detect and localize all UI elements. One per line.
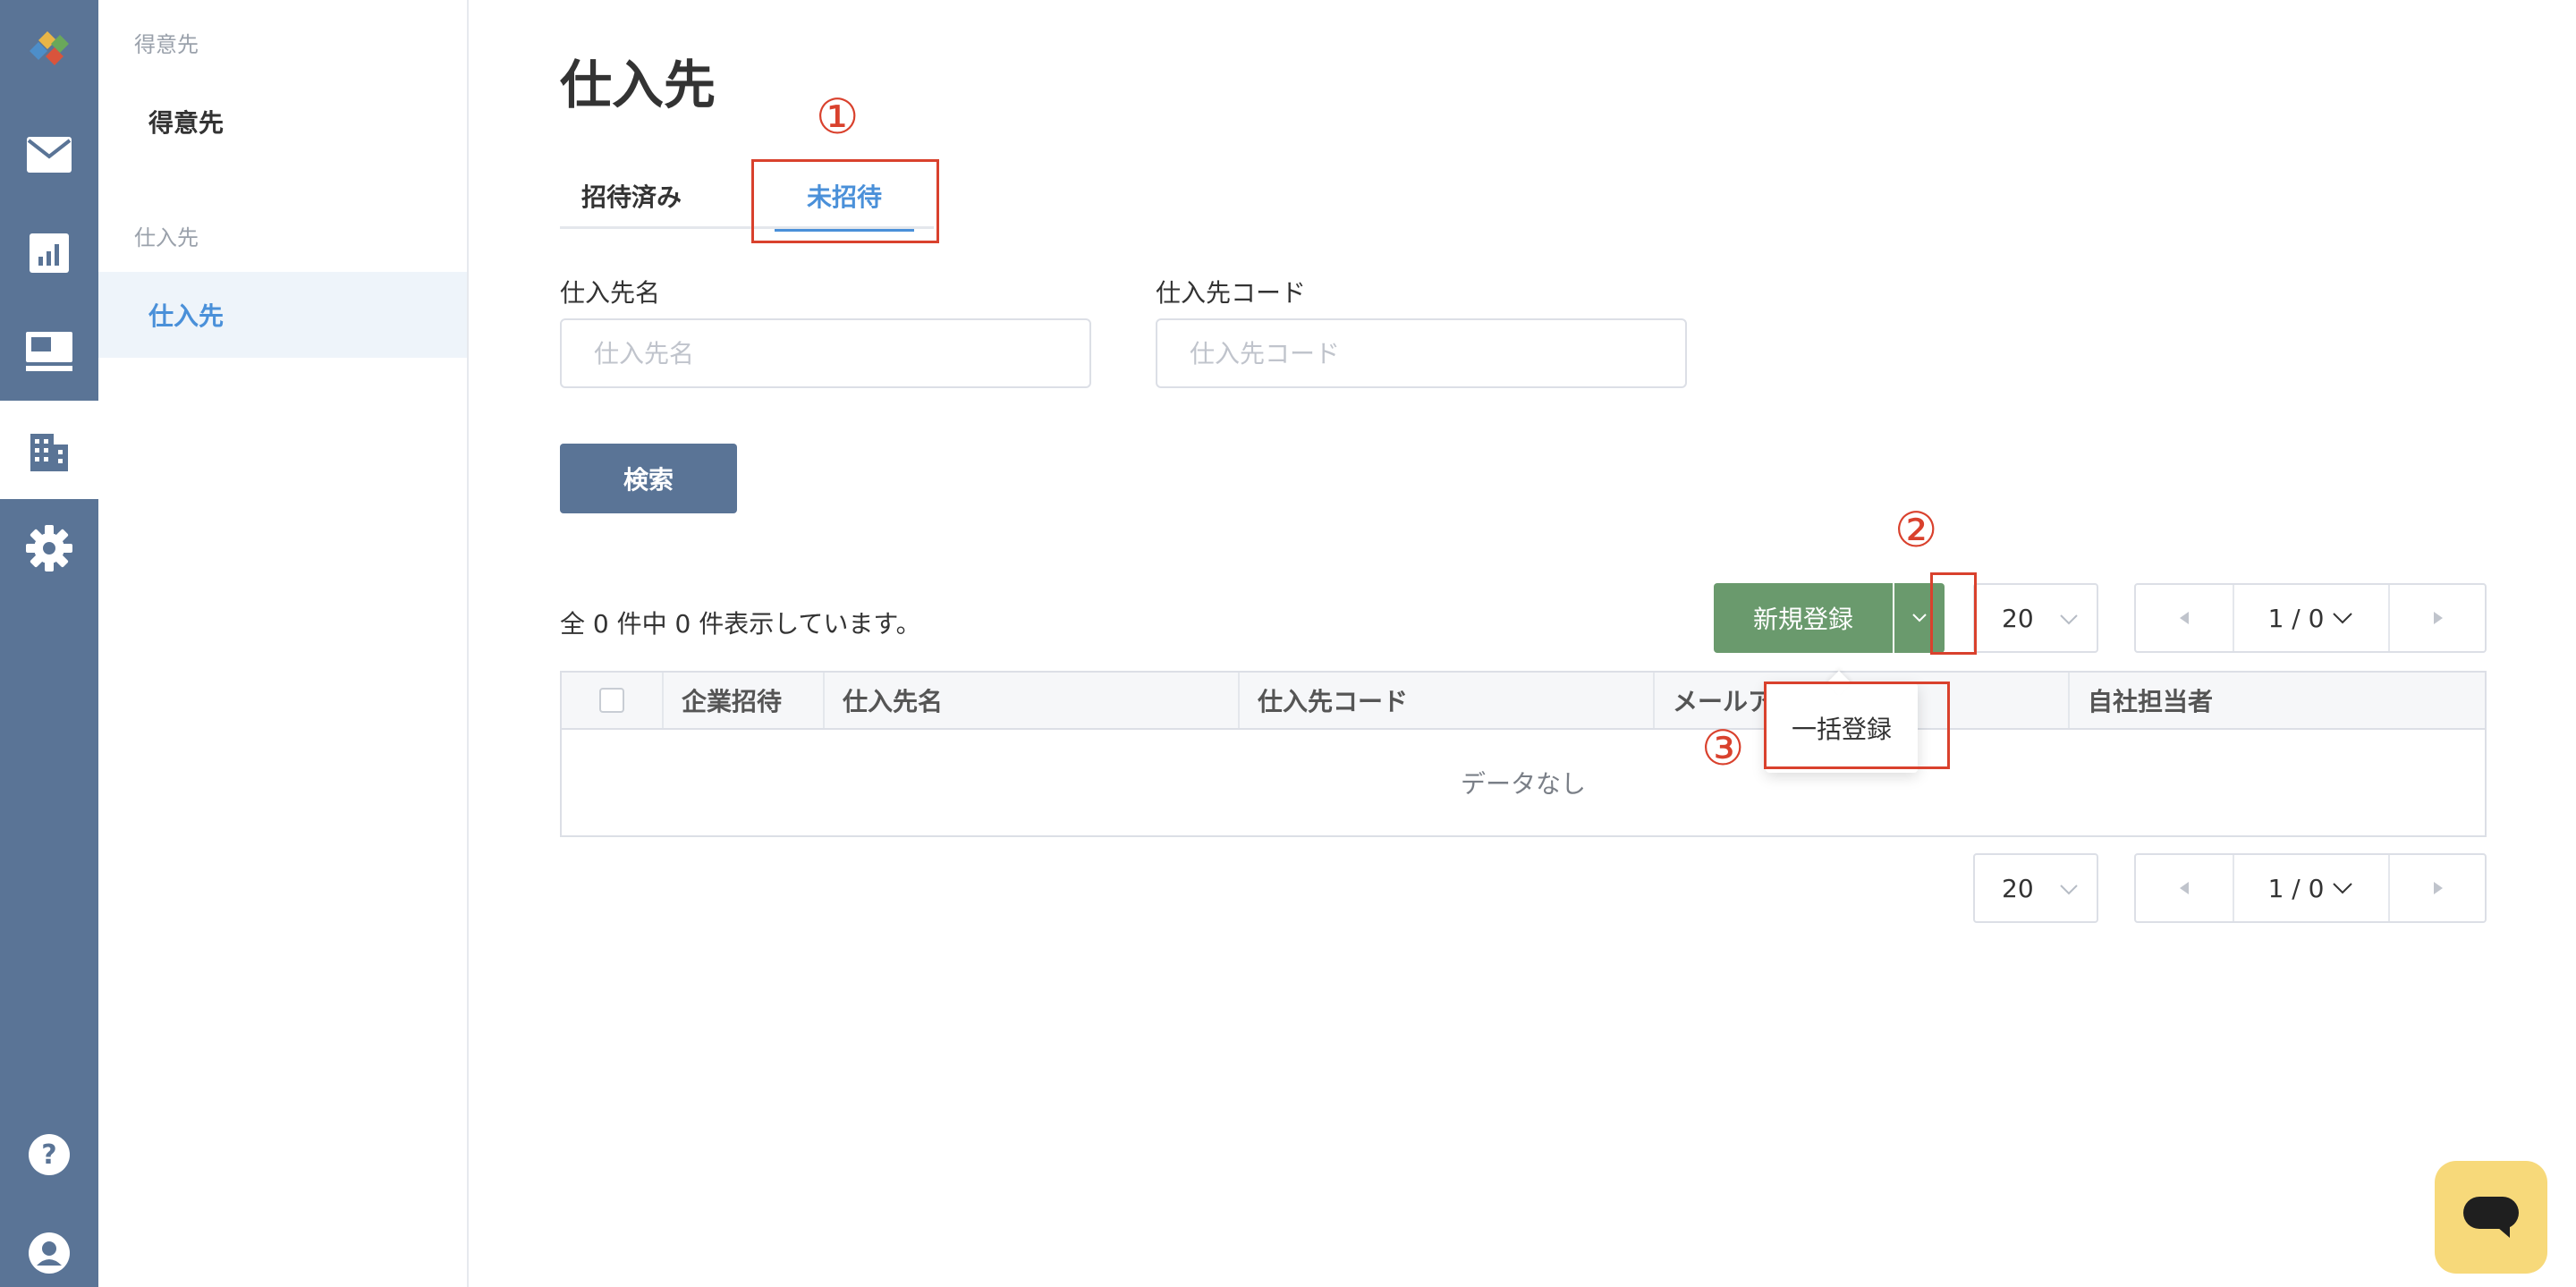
- rail-mail[interactable]: [0, 106, 98, 204]
- column-header[interactable]: 自社担当者: [2068, 673, 2485, 728]
- annotation-box-2: [1930, 572, 1977, 655]
- chat-launcher[interactable]: [2435, 1161, 2547, 1274]
- next-page-button[interactable]: [2388, 585, 2487, 651]
- search-button[interactable]: 検索: [560, 444, 737, 513]
- sidebar-item-suppliers[interactable]: 仕入先: [98, 272, 467, 358]
- supplier-name-label: 仕入先名: [560, 278, 661, 308]
- annotation-number-2: ②: [1894, 502, 1938, 558]
- table-header: 企業招待 仕入先名 仕入先コード メールアドレス 自社担当者: [562, 673, 2485, 730]
- chart-icon: [30, 233, 69, 273]
- chevron-down-icon: [2333, 883, 2353, 894]
- rail-reports[interactable]: [0, 204, 98, 302]
- annotation-box-1: [751, 159, 939, 243]
- secondary-sidebar: 得意先 得意先 仕入先 仕入先: [98, 0, 469, 1287]
- result-count: 全 0 件中 0 件表示しています。: [560, 609, 921, 639]
- caret-left-icon: [2180, 882, 2189, 894]
- help-icon: ?: [29, 1134, 70, 1175]
- chevron-down-icon: [2060, 614, 2078, 625]
- logo-icon: [30, 31, 69, 65]
- supplier-table: 企業招待 仕入先名 仕入先コード メールアドレス 自社担当者 データなし: [560, 671, 2487, 837]
- column-header[interactable]: 企業招待: [662, 673, 823, 728]
- sidebar-group-customers: 得意先: [134, 32, 199, 57]
- sidebar-item-customers[interactable]: 得意先: [98, 79, 467, 165]
- prev-page-button[interactable]: [2136, 585, 2234, 651]
- page-size-select-top[interactable]: 20: [1973, 583, 2098, 653]
- chevron-down-icon: [2060, 885, 2078, 895]
- new-registration-button[interactable]: 新規登録: [1714, 583, 1893, 653]
- column-header[interactable]: 仕入先名: [823, 673, 1238, 728]
- page-size-select-bottom[interactable]: 20: [1973, 853, 2098, 923]
- page-size-value: 20: [2002, 603, 2034, 633]
- main-content: 仕入先 招待済み 未招待 仕入先名 仕入先コード 検索 全 0 件中 0 件表示…: [470, 0, 2576, 1287]
- page-indicator: 1 / 0: [2267, 603, 2325, 633]
- page-indicator-select[interactable]: 1 / 0: [2234, 585, 2388, 651]
- user-icon: [29, 1232, 70, 1274]
- chat-icon: [2463, 1197, 2519, 1238]
- empty-state: データなし: [1460, 769, 1586, 799]
- supplier-code-input[interactable]: [1156, 318, 1687, 388]
- gear-icon: [26, 525, 72, 572]
- annotation-number-3: ③: [1701, 720, 1745, 776]
- tab-invited[interactable]: 招待済み: [560, 163, 703, 229]
- rail-account[interactable]: [0, 1204, 98, 1287]
- mail-icon: [27, 137, 72, 173]
- next-page-button[interactable]: [2388, 855, 2487, 921]
- caret-left-icon: [2180, 612, 2189, 624]
- rail-suppliers[interactable]: [0, 401, 98, 499]
- rail-help[interactable]: ?: [0, 1105, 98, 1204]
- annotation-number-1: ①: [816, 89, 860, 145]
- chevron-down-icon: [2333, 613, 2353, 624]
- pager-top: 1 / 0: [2134, 583, 2487, 653]
- annotation-box-3: [1764, 682, 1950, 769]
- page-size-value: 20: [2002, 873, 2034, 903]
- rail-settings[interactable]: [0, 499, 98, 597]
- supplier-code-label: 仕入先コード: [1156, 278, 1307, 308]
- rail-invoices[interactable]: [0, 302, 98, 401]
- invoice-icon: [26, 332, 72, 371]
- prev-page-button[interactable]: [2136, 855, 2234, 921]
- caret-right-icon: [2434, 882, 2443, 894]
- page-indicator-select[interactable]: 1 / 0: [2234, 855, 2388, 921]
- svg-text:?: ?: [41, 1139, 56, 1171]
- select-all-cell: [562, 673, 662, 728]
- column-header[interactable]: 仕入先コード: [1238, 673, 1653, 728]
- caret-right-icon: [2434, 612, 2443, 624]
- page-indicator: 1 / 0: [2267, 873, 2325, 903]
- icon-rail: ?: [0, 0, 98, 1287]
- select-all-checkbox[interactable]: [599, 688, 624, 713]
- chevron-down-icon: [1912, 614, 1927, 622]
- building-icon: [30, 434, 68, 471]
- pager-bottom: 1 / 0: [2134, 853, 2487, 923]
- sidebar-group-suppliers: 仕入先: [134, 225, 199, 250]
- app-logo[interactable]: [0, 0, 98, 98]
- page-title: 仕入先: [560, 55, 716, 115]
- supplier-name-input[interactable]: [560, 318, 1091, 388]
